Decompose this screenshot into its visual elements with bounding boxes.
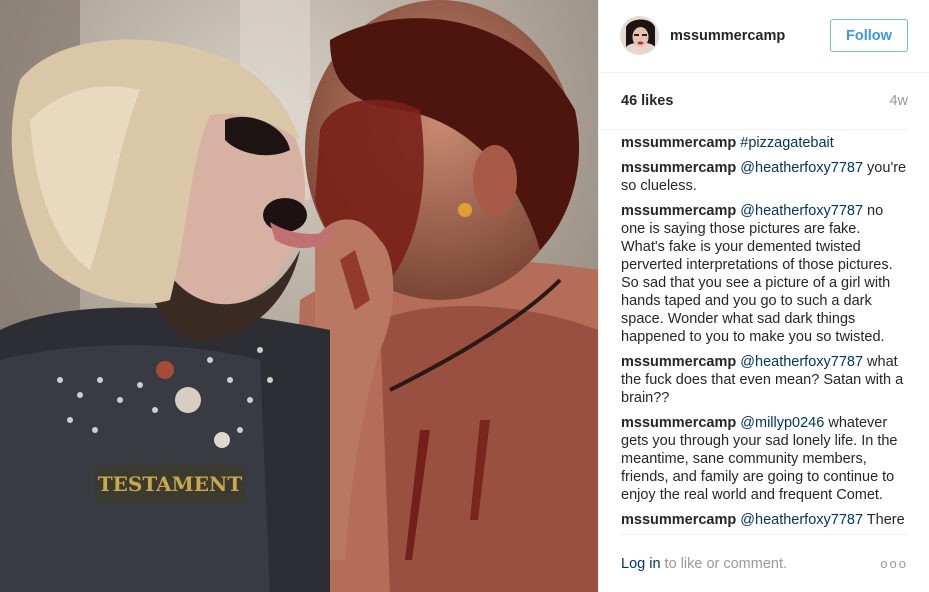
comment-user[interactable]: mssummercamp: [621, 203, 736, 219]
avatar[interactable]: [620, 16, 659, 56]
post-age[interactable]: 4w: [889, 93, 908, 109]
username[interactable]: mssummercamp: [670, 28, 830, 44]
post-photo[interactable]: TESTAMENT: [0, 0, 598, 592]
comment-tag[interactable]: @heatherfoxy7787: [740, 354, 863, 370]
comment-tag[interactable]: @heatherfoxy7787: [740, 512, 863, 528]
comment-text: no one is saying those pictures are fake…: [621, 202, 893, 345]
avatar-image: [621, 17, 658, 55]
comment-tag[interactable]: #pizzagatebait: [740, 135, 834, 151]
login-prompt-text: to like or comment.: [660, 555, 788, 572]
comment-user[interactable]: mssummercamp: [621, 135, 736, 151]
testament-patch-text: TESTAMENT: [98, 472, 243, 496]
comment: mssummercamp @heatherfoxy7787 you're so …: [621, 159, 908, 195]
comment: mssummercamp @heatherfoxy7787 no one is …: [621, 202, 908, 346]
login-link[interactable]: Log in: [621, 556, 661, 572]
comment: mssummercamp @millyp0246 whatever gets y…: [621, 414, 908, 504]
likes-count[interactable]: 46 likes: [621, 93, 673, 109]
comment-tag[interactable]: @heatherfoxy7787: [740, 203, 863, 219]
comment-text: There: [863, 511, 905, 528]
comment: mssummercamp #pizzagatebait: [621, 134, 908, 152]
comment: mssummercamp @heatherfoxy7787 There: [621, 511, 908, 529]
login-prompt: Log in to like or comment.: [621, 556, 787, 572]
post-view: TESTAMENT mssummercamp Follow 46 likes 4…: [0, 0, 929, 592]
comment-user[interactable]: mssummercamp: [621, 415, 736, 431]
comment-user[interactable]: mssummercamp: [621, 160, 736, 176]
more-options-icon[interactable]: ooo: [880, 556, 908, 571]
post-footer: Log in to like or comment. ooo: [621, 534, 908, 592]
follow-button[interactable]: Follow: [830, 19, 908, 53]
comments-list[interactable]: mssummercamp #pizzagatebait mssummercamp…: [599, 128, 908, 535]
comment-user[interactable]: mssummercamp: [621, 512, 736, 528]
comment-user[interactable]: mssummercamp: [621, 354, 736, 370]
comment-tag[interactable]: @heatherfoxy7787: [740, 160, 863, 176]
post-header: mssummercamp Follow: [599, 0, 929, 73]
post-meta: 46 likes 4w: [599, 73, 929, 129]
post-sidebar: mssummercamp Follow 46 likes 4w mssummer…: [598, 0, 929, 592]
comment-tag[interactable]: @millyp0246: [740, 415, 824, 431]
comment: mssummercamp @heatherfoxy7787 what the f…: [621, 353, 908, 407]
photo-illustration: TESTAMENT: [0, 0, 598, 592]
